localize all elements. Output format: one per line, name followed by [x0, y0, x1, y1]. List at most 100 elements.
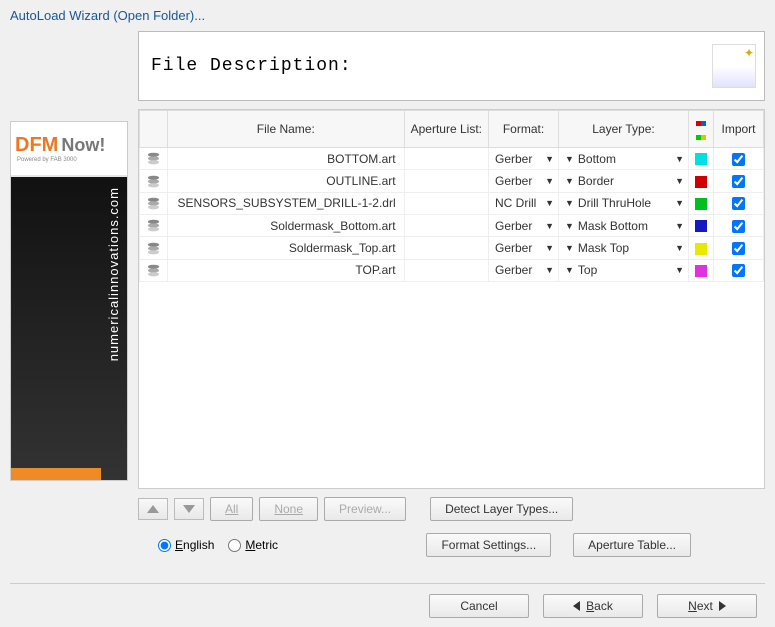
- cell-layertype[interactable]: ▼Mask Top▼: [559, 237, 689, 259]
- import-checkbox[interactable]: [732, 175, 745, 188]
- triangle-left-icon: [573, 601, 580, 611]
- col-color: [689, 111, 714, 148]
- brand-url: numericalinnovations.com: [106, 187, 121, 361]
- file-description-panel: File Description: ✦: [138, 31, 765, 101]
- col-filename[interactable]: File Name:: [168, 111, 405, 148]
- layers-icon: [140, 170, 168, 192]
- chevron-down-icon: ▼: [545, 176, 554, 186]
- detect-layers-button[interactable]: Detect Layer Types...: [430, 497, 573, 521]
- chevron-down-icon: ▼: [545, 265, 554, 275]
- cell-layertype[interactable]: ▼Mask Bottom▼: [559, 214, 689, 236]
- cell-format[interactable]: Gerber▼: [489, 214, 559, 236]
- col-format[interactable]: Format:: [489, 111, 559, 148]
- cell-import[interactable]: [714, 148, 764, 170]
- cell-format[interactable]: Gerber▼: [489, 170, 559, 192]
- cell-color[interactable]: [689, 148, 714, 170]
- next-button[interactable]: Next: [657, 594, 757, 618]
- layers-icon: [140, 192, 168, 214]
- chevron-down-icon: ▼: [675, 198, 684, 208]
- cell-layertype[interactable]: ▼Bottom▼: [559, 148, 689, 170]
- import-checkbox[interactable]: [732, 197, 745, 210]
- aperture-table-button[interactable]: Aperture Table...: [573, 533, 691, 557]
- cell-filename: Soldermask_Top.art: [168, 237, 405, 259]
- cell-filename: SENSORS_SUBSYSTEM_DRILL-1-2.drl: [168, 192, 405, 214]
- move-down-button[interactable]: [174, 498, 204, 520]
- unit-metric[interactable]: Metric: [228, 538, 278, 552]
- cell-import[interactable]: [714, 259, 764, 281]
- chevron-down-icon: ▼: [565, 221, 574, 231]
- cell-aperture[interactable]: [404, 192, 488, 214]
- table-row[interactable]: TOP.art Gerber▼▼Top▼: [140, 259, 764, 281]
- sidebar-banner: DFMNow! Powered by FAB 3000 numericalinn…: [10, 121, 128, 481]
- file-description-label: File Description:: [151, 56, 352, 76]
- col-layer[interactable]: Layer Type:: [559, 111, 689, 148]
- cell-layertype[interactable]: ▼Border▼: [559, 170, 689, 192]
- color-swatch: [695, 243, 707, 255]
- cell-aperture[interactable]: [404, 259, 488, 281]
- format-settings-button[interactable]: Format Settings...: [426, 533, 551, 557]
- table-row[interactable]: OUTLINE.art Gerber▼▼Border▼: [140, 170, 764, 192]
- cell-layertype[interactable]: ▼Drill ThruHole▼: [559, 192, 689, 214]
- chevron-down-icon: ▼: [675, 221, 684, 231]
- cell-aperture[interactable]: [404, 237, 488, 259]
- layers-icon: [140, 214, 168, 236]
- brand-bold: DFM: [15, 134, 58, 156]
- cell-color[interactable]: [689, 214, 714, 236]
- import-checkbox[interactable]: [732, 220, 745, 233]
- brand-sub: Powered by FAB 3000: [17, 157, 105, 163]
- table-row[interactable]: SENSORS_SUBSYSTEM_DRILL-1-2.drl NC Drill▼…: [140, 192, 764, 214]
- cell-import[interactable]: [714, 214, 764, 236]
- toolbar: All None Preview... Detect Layer Types..…: [138, 497, 765, 521]
- chevron-down-icon: ▼: [545, 198, 554, 208]
- cell-import[interactable]: [714, 237, 764, 259]
- preview-button[interactable]: Preview...: [324, 497, 406, 521]
- cell-layertype[interactable]: ▼Top▼: [559, 259, 689, 281]
- table-row[interactable]: Soldermask_Top.art Gerber▼▼Mask Top▼: [140, 237, 764, 259]
- triangle-right-icon: [719, 601, 726, 611]
- cell-color[interactable]: [689, 237, 714, 259]
- cell-color[interactable]: [689, 170, 714, 192]
- folder-icon: ✦: [712, 44, 756, 88]
- cell-aperture[interactable]: [404, 148, 488, 170]
- table-row[interactable]: Soldermask_Bottom.artGerber▼▼Mask Bottom…: [140, 214, 764, 236]
- cell-import[interactable]: [714, 192, 764, 214]
- color-swatch: [695, 220, 707, 232]
- cell-color[interactable]: [689, 192, 714, 214]
- cell-aperture[interactable]: [404, 214, 488, 236]
- color-swatch: [695, 176, 707, 188]
- cell-format[interactable]: NC Drill▼: [489, 192, 559, 214]
- chevron-down-icon: ▼: [565, 265, 574, 275]
- cell-color[interactable]: [689, 259, 714, 281]
- cell-filename: OUTLINE.art: [168, 170, 405, 192]
- select-none-button[interactable]: None: [259, 497, 318, 521]
- file-table: File Name: Aperture List: Format: Layer …: [138, 109, 765, 489]
- chevron-down-icon: ▼: [675, 176, 684, 186]
- back-button[interactable]: Back: [543, 594, 643, 618]
- chevron-down-icon: ▼: [565, 154, 574, 164]
- chevron-down-icon: ▼: [565, 243, 574, 253]
- col-import[interactable]: Import: [714, 111, 764, 148]
- cell-filename: TOP.art: [168, 259, 405, 281]
- table-row[interactable]: BOTTOM.artGerber▼▼Bottom▼: [140, 148, 764, 170]
- cell-aperture[interactable]: [404, 170, 488, 192]
- footer: Cancel Back Next: [0, 594, 775, 618]
- cell-format[interactable]: Gerber▼: [489, 148, 559, 170]
- import-checkbox[interactable]: [732, 153, 745, 166]
- separator: [10, 583, 765, 584]
- color-swatch: [695, 198, 707, 210]
- col-icon: [140, 111, 168, 148]
- import-checkbox[interactable]: [732, 264, 745, 277]
- cell-import[interactable]: [714, 170, 764, 192]
- cell-format[interactable]: Gerber▼: [489, 237, 559, 259]
- chevron-down-icon: ▼: [675, 265, 684, 275]
- chevron-down-icon: ▼: [675, 154, 684, 164]
- import-checkbox[interactable]: [732, 242, 745, 255]
- select-all-button[interactable]: All: [210, 497, 253, 521]
- cancel-button[interactable]: Cancel: [429, 594, 529, 618]
- move-up-button[interactable]: [138, 498, 168, 520]
- chevron-down-icon: ▼: [545, 221, 554, 231]
- col-aperture[interactable]: Aperture List:: [404, 111, 488, 148]
- layers-icon: [140, 259, 168, 281]
- unit-english[interactable]: English: [158, 538, 214, 552]
- cell-format[interactable]: Gerber▼: [489, 259, 559, 281]
